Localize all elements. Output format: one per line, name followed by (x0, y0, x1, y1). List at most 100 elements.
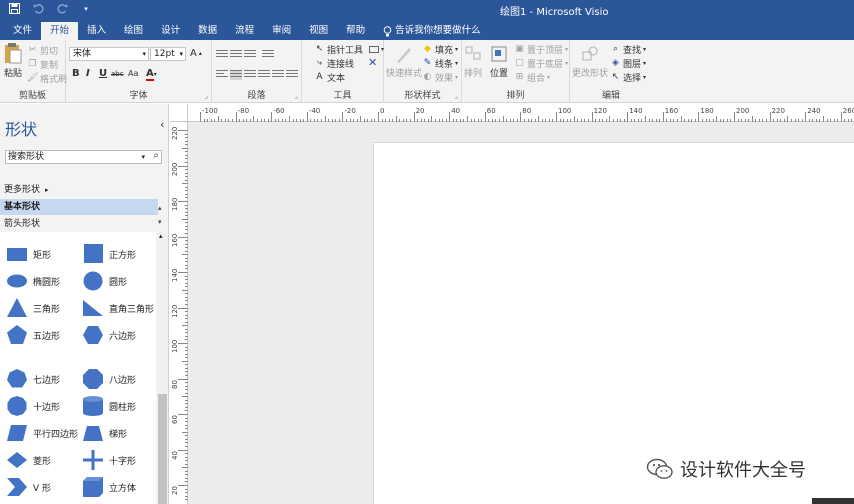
justify-icon[interactable] (258, 70, 270, 80)
tab-draw[interactable]: 绘图 (115, 22, 152, 40)
align-top-icon[interactable] (216, 50, 228, 60)
tab-design[interactable]: 设计 (152, 22, 189, 40)
shape-circle[interactable]: 圆形 (82, 271, 127, 291)
chevron-down-icon[interactable]: ▾ (80, 3, 92, 15)
align-bottom-icon[interactable] (244, 50, 256, 60)
search-dropdown-icon[interactable]: ▾ (141, 151, 145, 163)
tab-process[interactable]: 流程 (226, 22, 263, 40)
shape-triangle[interactable]: 三角形 (6, 298, 60, 318)
fill-button[interactable]: ◆ 填充 ▾ (422, 43, 458, 56)
shape-ellipse[interactable]: 椭圆形 (6, 271, 60, 291)
tab-help[interactable]: 帮助 (337, 22, 374, 40)
italic-button[interactable]: I (86, 68, 90, 79)
align-right-icon[interactable] (244, 70, 256, 80)
bold-button[interactable]: B (72, 68, 80, 79)
search-icon[interactable]: ⌕ (153, 150, 159, 162)
collapse-panel-icon[interactable]: ‹ (160, 118, 164, 131)
shape-heptagon[interactable]: 七边形 (6, 369, 60, 389)
format-painter-button[interactable]: 🖌 格式刷 (27, 72, 67, 85)
redo-icon[interactable] (56, 3, 68, 15)
send-to-back-button[interactable]: ▢ 置于底层 ▾ (514, 57, 568, 70)
tell-me-box[interactable]: 告诉我你想要做什么 (374, 22, 490, 40)
ruler-tick (748, 119, 750, 122)
scroll-thumb[interactable] (158, 394, 167, 504)
select-button[interactable]: ↖ 选择 ▾ (610, 71, 646, 84)
scroll-up-icon[interactable]: ▴ (159, 232, 163, 240)
ruler-tick (659, 119, 661, 122)
paragraph-dialog-launcher-icon[interactable]: ⌟ (295, 92, 298, 100)
copy-button[interactable]: ❐ 复制 (27, 58, 58, 71)
shape-cylinder[interactable]: 圆柱形 (82, 396, 136, 416)
ruler-tick (185, 495, 188, 497)
shape-octagon[interactable]: 八边形 (82, 369, 136, 389)
position-button[interactable]: 位置 (490, 44, 508, 79)
change-shape-button[interactable]: 更改形状 (572, 44, 608, 79)
shape-rectangle[interactable]: 矩形 (6, 244, 51, 264)
text-direction-icon[interactable] (286, 70, 298, 80)
editing-group: 更改形状 ⌕ 查找 ▾ ◈ 图层 ▾ ↖ 选择 ▾ 编辑 (570, 40, 652, 103)
shape-cross[interactable]: 十字形 (82, 450, 136, 470)
layers-button[interactable]: ◈ 图层 ▾ (610, 57, 646, 70)
line-button[interactable]: ✎ 线条 ▾ (422, 57, 458, 70)
shape-right-triangle[interactable]: 直角三角形 (82, 298, 154, 318)
tab-home[interactable]: 开始 (41, 22, 79, 40)
quick-styles-button[interactable]: 快速样式 (386, 44, 422, 79)
font-dialog-launcher-icon[interactable]: ⌟ (205, 92, 208, 100)
shape-decagon[interactable]: 十边形 (6, 396, 60, 416)
ruler-tick (776, 119, 778, 122)
ruler-tick (798, 119, 800, 122)
group-button[interactable]: ⊞ 组合 ▾ (514, 71, 550, 84)
shape-parallelogram[interactable]: 平行四边形 (6, 423, 78, 443)
font-color-button[interactable]: A▾ (146, 68, 157, 81)
shape-diamond[interactable]: 菱形 (6, 450, 51, 470)
close-connect-icon[interactable]: ✕ (368, 56, 377, 69)
change-case-button[interactable]: Aa (128, 69, 138, 78)
drawing-page[interactable] (373, 142, 854, 504)
effects-button[interactable]: ◐ 效果 ▾ (422, 71, 458, 84)
grow-font-icon[interactable]: A ▴ (190, 48, 202, 59)
font-name-select[interactable]: 宋体 ▾ (69, 47, 149, 61)
stencil-basic-shapes[interactable]: 基本形状 (0, 199, 158, 215)
paste-button[interactable]: 粘贴 (4, 42, 22, 79)
stencil-arrow-shapes[interactable]: 箭头形状 (0, 216, 158, 232)
shape-hexagon[interactable]: 六边形 (82, 325, 136, 345)
save-icon[interactable] (8, 3, 20, 15)
shape-square[interactable]: 正方形 (82, 244, 136, 264)
shape-pentagon[interactable]: 五边形 (6, 325, 60, 345)
connector-button[interactable]: ⤷ 连接线 (314, 57, 354, 70)
drawing-canvas[interactable]: -100 -80 -60 -40 -20 0 20 40 60 80 100 120 140 160 180… (170, 104, 854, 504)
tab-insert[interactable]: 插入 (78, 22, 115, 40)
shapes-scrollbar[interactable]: ▴ (157, 232, 168, 504)
ruler-tick (345, 119, 347, 122)
text-tool-button[interactable]: A 文本 (314, 71, 345, 84)
pointer-tool-button[interactable]: ↖ 指针工具 ▾ (314, 43, 384, 56)
align-center-icon[interactable] (230, 70, 242, 80)
stencil-scroll-down-icon[interactable]: ▾ (158, 218, 162, 226)
align-middle-icon[interactable] (230, 50, 242, 60)
stencil-scroll-up-icon[interactable]: ▴ (158, 204, 162, 212)
decrease-indent-icon[interactable] (262, 50, 274, 60)
shape-trapezoid[interactable]: 梯形 (82, 423, 127, 443)
ruler-tick (712, 119, 714, 122)
ruler-tick (178, 378, 188, 380)
cut-button[interactable]: ✂ 剪切 (27, 44, 58, 57)
tab-review[interactable]: 审阅 (263, 22, 300, 40)
tab-view[interactable]: 视图 (300, 22, 337, 40)
bullets-icon[interactable] (272, 70, 284, 80)
underline-button[interactable]: U (99, 68, 107, 79)
align-button[interactable]: 排列 (464, 44, 482, 79)
font-size-select[interactable]: 12pt ▾ (150, 47, 186, 61)
bring-to-front-button[interactable]: ▣ 置于顶层 ▾ (514, 43, 568, 56)
editing-label: 编辑 (601, 91, 620, 101)
undo-icon[interactable] (32, 3, 44, 15)
search-shapes-input[interactable]: 搜索形状 ▾ ⌕ (5, 150, 162, 164)
shape-styles-dialog-launcher-icon[interactable]: ⌟ (455, 92, 458, 100)
more-shapes-button[interactable]: 更多形状 ▸ (0, 182, 158, 198)
shape-chevron[interactable]: V 形 (6, 477, 51, 497)
tab-file[interactable]: 文件 (4, 22, 41, 40)
tab-data[interactable]: 数据 (189, 22, 226, 40)
find-button[interactable]: ⌕ 查找 ▾ (610, 43, 646, 56)
shape-cube[interactable]: 立方体 (82, 477, 136, 497)
strikethrough-button[interactable]: abc (111, 70, 124, 78)
align-left-icon[interactable] (216, 70, 228, 80)
